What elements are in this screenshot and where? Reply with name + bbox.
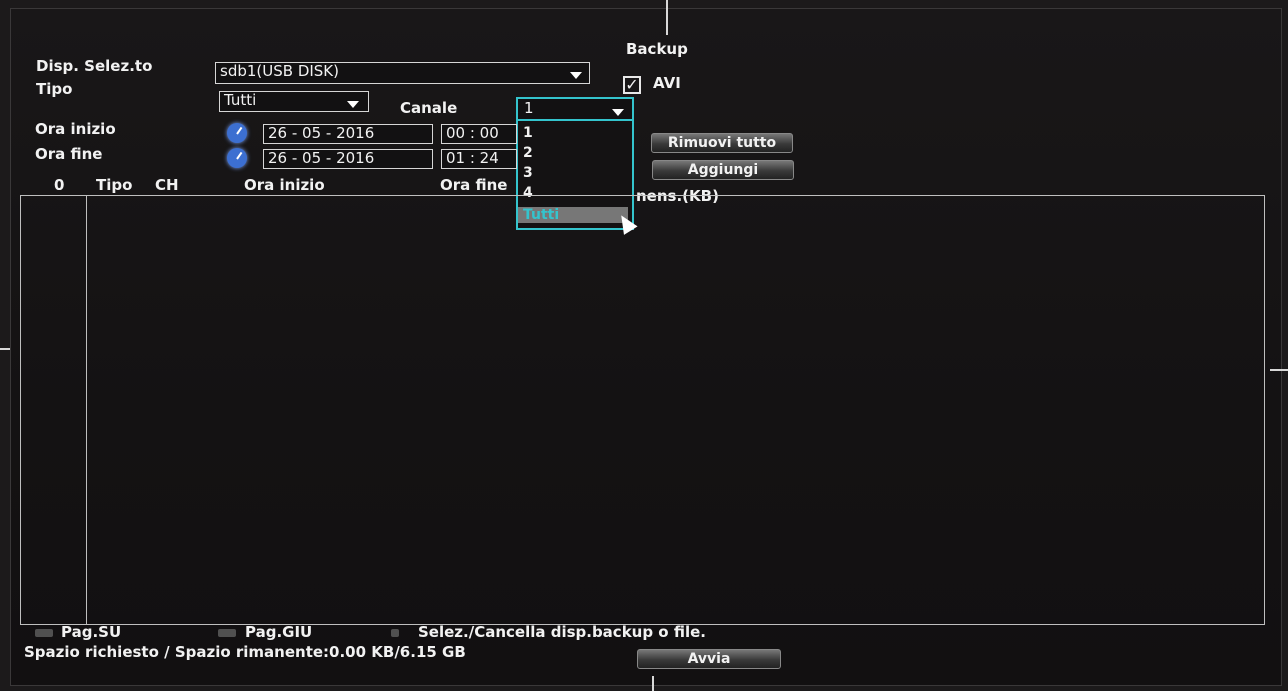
channel-option-2[interactable]: 2 xyxy=(523,145,533,161)
bottom-center-divider xyxy=(652,676,654,691)
start-clock-icon[interactable] xyxy=(227,123,247,143)
start-backup-button[interactable]: Avvia xyxy=(637,649,781,669)
page-down-icon xyxy=(218,629,236,637)
type-dropdown-arrow-icon[interactable] xyxy=(347,101,359,108)
device-dropdown-arrow-icon[interactable] xyxy=(570,72,582,79)
end-date-value: 26 - 05 - 2016 xyxy=(268,149,375,167)
type-value: Tutti xyxy=(224,91,257,109)
backup-file-table[interactable] xyxy=(20,195,1265,625)
page-up-button[interactable]: Pag.SU xyxy=(61,623,121,641)
page-up-icon xyxy=(35,629,53,637)
type-label: Tipo xyxy=(36,80,73,98)
end-date-field[interactable]: 26 - 05 - 2016 xyxy=(263,149,433,169)
select-icon xyxy=(391,629,399,637)
start-time-value: 00 : 00 xyxy=(446,124,499,142)
left-edge-divider xyxy=(0,348,10,350)
header-type: Tipo xyxy=(96,176,133,194)
avi-checkbox[interactable]: ✓ xyxy=(623,76,641,94)
end-clock-icon[interactable] xyxy=(227,148,247,168)
table-column-divider xyxy=(86,196,87,624)
channel-option-3[interactable]: 3 xyxy=(523,165,533,181)
device-label: Disp. Selez.to xyxy=(36,57,153,75)
remove-all-button[interactable]: Rimuovi tutto xyxy=(651,133,793,153)
end-time-field[interactable]: 01 : 24 xyxy=(441,149,517,169)
start-date-value: 26 - 05 - 2016 xyxy=(268,124,375,142)
end-time-value: 01 : 24 xyxy=(446,149,499,167)
space-info: Spazio richiesto / Spazio rimanente:0.00… xyxy=(24,643,466,661)
add-button[interactable]: Aggiungi xyxy=(652,160,794,180)
header-start-time: Ora inizio xyxy=(244,176,325,194)
channel-label: Canale xyxy=(400,99,458,117)
dialog-title: Backup xyxy=(626,40,688,58)
header-channel: CH xyxy=(155,176,179,194)
device-value: sdb1(USB DISK) xyxy=(220,62,339,80)
channel-dropdown-arrow-icon[interactable] xyxy=(612,109,624,116)
device-select[interactable]: sdb1(USB DISK) xyxy=(215,62,590,84)
select-hint: Selez./Cancella disp.backup o file. xyxy=(418,623,706,641)
start-date-field[interactable]: 26 - 05 - 2016 xyxy=(263,124,433,144)
channel-option-1[interactable]: 1 xyxy=(523,125,533,141)
page-down-button[interactable]: Pag.GIU xyxy=(245,623,312,641)
right-edge-divider xyxy=(1270,369,1288,371)
avi-label: AVI xyxy=(653,74,681,92)
start-time-label: Ora inizio xyxy=(35,120,116,138)
top-center-divider xyxy=(666,0,668,35)
channel-value: 1 xyxy=(524,99,534,117)
end-time-label: Ora fine xyxy=(35,145,103,163)
start-time-field[interactable]: 00 : 00 xyxy=(441,124,517,144)
header-end-time: Ora fine xyxy=(440,176,508,194)
header-index: 0 xyxy=(54,176,65,194)
